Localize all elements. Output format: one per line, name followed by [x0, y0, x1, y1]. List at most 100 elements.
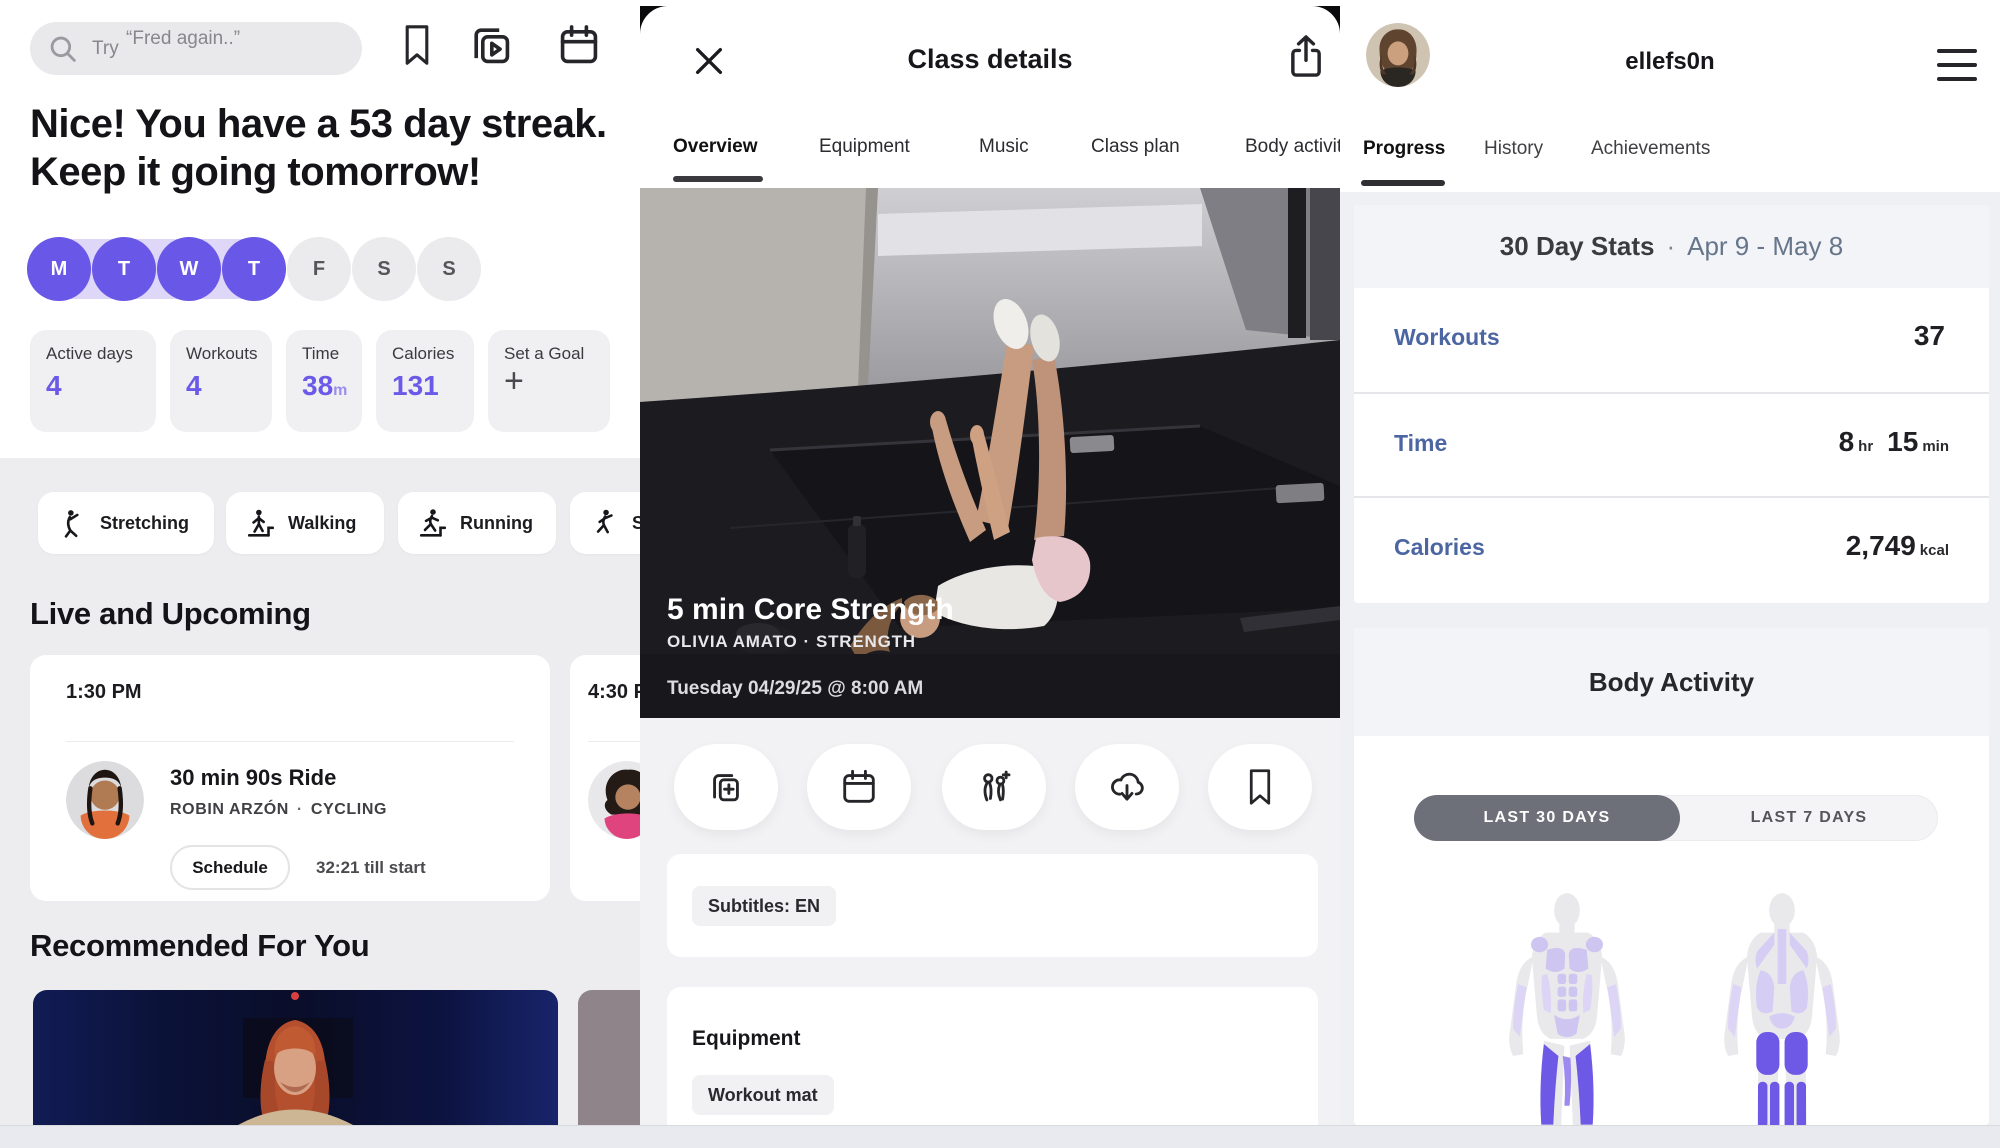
tab-music[interactable]: Music	[979, 136, 1029, 158]
active-tab-indicator	[673, 176, 763, 182]
people-invite-icon	[974, 767, 1014, 807]
instructor-avatar	[588, 761, 644, 839]
calendar-icon	[839, 767, 879, 807]
close-button[interactable]	[692, 44, 728, 80]
tab-achievements[interactable]: Achievements	[1591, 138, 1710, 160]
add-to-stack-button[interactable]	[674, 744, 778, 830]
bookmark-class-button[interactable]	[1208, 744, 1312, 830]
divider	[588, 741, 644, 742]
toggle-last-7-days[interactable]: LAST 7 DAYS	[1680, 795, 1938, 841]
set-goal-card[interactable]: Set a Goal +	[488, 330, 610, 432]
profile-panel: ellefs0n Progress History Achievements 3…	[1340, 0, 2000, 1148]
bookmark-icon	[1245, 768, 1275, 806]
download-button[interactable]	[1075, 744, 1179, 830]
schedule-button[interactable]: Schedule	[170, 845, 290, 890]
tab-equipment[interactable]: Equipment	[819, 136, 910, 158]
tab-history[interactable]: History	[1484, 138, 1543, 160]
activity-chip-stretching[interactable]: Stretching	[38, 492, 214, 554]
day-circle-thu[interactable]: T	[222, 237, 286, 301]
calendar-button[interactable]	[554, 20, 604, 70]
class-time: 1:30 PM	[66, 681, 142, 704]
day-circle-mon[interactable]: M	[27, 237, 91, 301]
stat-row-calories: Calories 2,749kcal	[1354, 496, 1989, 600]
recommended-thumbnail-1[interactable]	[33, 990, 558, 1125]
stat-card-active-days[interactable]: Active days 4	[30, 330, 156, 432]
stat-card-time[interactable]: Time 38m	[286, 330, 362, 432]
app-stage: Try “Fred again..” Nice! You have a 53 d…	[0, 0, 2000, 1148]
stat-card-calories[interactable]: Calories 131	[376, 330, 474, 432]
active-tab-indicator	[1361, 180, 1445, 186]
day-circle-wed[interactable]: W	[157, 237, 221, 301]
body-activity-header: Body Activity	[1354, 628, 1989, 736]
stat-row-workouts: Workouts 37	[1354, 288, 1989, 392]
search-input[interactable]: Try “Fred again..”	[30, 22, 362, 75]
countdown-text: 32:21 till start	[316, 858, 426, 878]
hero-class-schedule: Tuesday 04/29/25 @ 8:00 AM	[667, 678, 923, 700]
tab-progress[interactable]: Progress	[1363, 138, 1445, 160]
time-link[interactable]: Time	[1394, 430, 1447, 457]
body-activity-toggle: LAST 30 DAYS LAST 7 DAYS	[1414, 795, 1938, 841]
day-circle-fri[interactable]: F	[287, 237, 351, 301]
recommended-thumbnail-2[interactable]	[578, 990, 644, 1125]
day-circle-tue[interactable]: T	[92, 237, 156, 301]
day-circle-sun[interactable]: S	[417, 237, 481, 301]
share-button[interactable]	[1286, 34, 1326, 80]
hero-class-meta: OLIVIA AMATO·STRENGTH	[667, 632, 916, 652]
bottom-strip	[0, 1125, 2000, 1148]
menu-button[interactable]	[1937, 47, 1977, 83]
thirty-day-stats-card: 30 Day Stats · Apr 9 - May 8 Workouts 37…	[1354, 205, 1989, 603]
close-icon	[692, 44, 726, 78]
recommended-title: Recommended For You	[30, 928, 369, 964]
video-library-button[interactable]	[466, 20, 516, 70]
tab-overview[interactable]: Overview	[673, 136, 758, 158]
share-icon	[1286, 34, 1326, 80]
workouts-link[interactable]: Workouts	[1394, 324, 1500, 351]
activity-chip-running[interactable]: Running	[398, 492, 556, 554]
schedule-class-button[interactable]	[807, 744, 911, 830]
plus-icon: +	[504, 362, 610, 401]
video-stack-icon	[468, 22, 514, 68]
body-diagram-back	[1697, 888, 1867, 1125]
equipment-card: Equipment Workout mat	[667, 987, 1318, 1148]
body-activity-card: Body Activity LAST 30 DAYS LAST 7 DAYS	[1354, 628, 1989, 1125]
live-card-next[interactable]: 4:30 PM	[570, 655, 644, 901]
instructor-avatar	[66, 761, 144, 839]
tab-body-activity[interactable]: Body activity	[1245, 136, 1340, 158]
toggle-last-30-days[interactable]: LAST 30 DAYS	[1414, 795, 1680, 841]
stat-card-workouts[interactable]: Workouts 4	[170, 330, 272, 432]
username: ellefs0n	[1340, 48, 2000, 76]
subtitles-chip: Subtitles: EN	[692, 886, 836, 926]
home-panel: Try “Fred again..” Nice! You have a 53 d…	[0, 0, 644, 1148]
search-placeholder: Try “Fred again..”	[92, 38, 238, 60]
page-title: Class details	[640, 44, 1340, 75]
date-range: Apr 9 - May 8	[1687, 231, 1843, 262]
sports-icon	[590, 508, 620, 538]
hero-class-title: 5 min Core Strength	[667, 593, 954, 627]
activity-chip-sports[interactable]: S	[570, 492, 644, 554]
stats-card-header: 30 Day Stats · Apr 9 - May 8	[1354, 205, 1989, 288]
live-card-ride[interactable]: 1:30 PM 30 min 90s Ride ROBIN ARZÓN·CYCL…	[30, 655, 550, 901]
class-hero-image[interactable]: 5 min Core Strength OLIVIA AMATO·STRENGT…	[640, 188, 1340, 718]
subtitles-card: Subtitles: EN	[667, 854, 1318, 957]
stat-row-time: Time 8hr15min	[1354, 392, 1989, 496]
class-details-panel: Class details Overview Equipment Music C…	[640, 0, 1340, 1148]
streak-heading: Nice! You have a 53 day streak. Keep it …	[30, 100, 630, 196]
tab-class-plan[interactable]: Class plan	[1091, 136, 1180, 158]
class-details-body: Subtitles: EN Equipment Workout mat	[640, 718, 1340, 1148]
class-meta: ROBIN ARZÓN·CYCLING	[170, 801, 387, 819]
calories-link[interactable]: Calories	[1394, 534, 1485, 561]
body-diagram-front	[1482, 888, 1652, 1125]
search-icon	[46, 32, 80, 66]
running-icon	[418, 508, 448, 538]
equipment-heading: Equipment	[692, 1027, 801, 1051]
cloud-download-icon	[1107, 767, 1147, 807]
class-title: 30 min 90s Ride	[170, 765, 336, 791]
day-circle-sat[interactable]: S	[352, 237, 416, 301]
calendar-icon	[556, 22, 602, 68]
class-time: 4:30 PM	[588, 681, 644, 704]
activity-chip-walking[interactable]: Walking	[226, 492, 384, 554]
class-details-header	[640, 6, 1340, 188]
stretching-icon	[58, 508, 88, 538]
invite-friends-button[interactable]	[942, 744, 1046, 830]
bookmarks-button[interactable]	[392, 20, 442, 70]
